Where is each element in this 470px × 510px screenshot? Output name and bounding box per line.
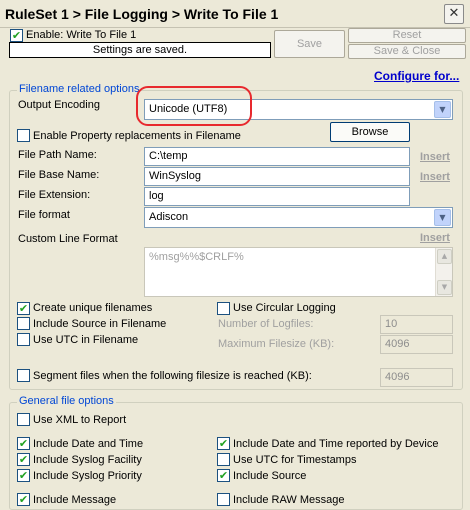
include-date-label: Include Date and Time [33,438,144,450]
include-facility-label: Include Syslog Facility [33,454,142,466]
max-filesize-input[interactable]: 4096 [380,335,453,354]
use-utc-timestamps-checkbox[interactable] [217,453,230,466]
use-utc-filename-checkbox[interactable] [17,333,30,346]
property-replacement-checkbox[interactable] [17,129,30,142]
create-unique-checkbox[interactable]: ✔ [17,302,30,315]
include-source-filename-checkbox[interactable] [17,317,30,330]
file-base-input[interactable]: WinSyslog [144,167,410,186]
file-extension-input[interactable]: log [144,187,410,206]
max-filesize-label: Maximum Filesize (KB): [218,338,335,350]
property-replacement-label: Enable Property replacements in Filename [33,130,241,142]
scroll-up-icon[interactable]: ▲ [437,249,452,264]
close-button[interactable]: ✕ [444,4,464,24]
file-base-insert-link[interactable]: Insert [420,171,450,183]
circular-logging-checkbox[interactable] [217,302,230,315]
custom-line-scrollbar[interactable]: ▲ ▼ [435,248,452,296]
file-path-insert-link[interactable]: Insert [420,151,450,163]
segment-size-input[interactable]: 4096 [380,368,453,387]
circular-logging-label: Use Circular Logging [233,302,336,314]
include-priority-label: Include Syslog Priority [33,470,142,482]
use-utc-timestamps-label: Use UTC for Timestamps [233,454,357,466]
custom-line-format-label: Custom Line Format [18,233,118,245]
include-message-checkbox[interactable]: ✔ [17,493,30,506]
custom-line-format-value: %msg%%$CRLF% [149,251,244,263]
custom-line-insert-link[interactable]: Insert [420,232,450,244]
include-date-checkbox[interactable]: ✔ [17,437,30,450]
title-bar: RuleSet 1 > File Logging > Write To File… [0,0,470,28]
file-base-label: File Base Name: [18,169,100,181]
reset-button[interactable]: Reset [348,28,466,43]
segment-files-label: Segment files when the following filesiz… [33,370,312,382]
include-raw-checkbox[interactable] [217,493,230,506]
annotation-highlight [136,86,252,126]
window-title: RuleSet 1 > File Logging > Write To File… [5,6,279,22]
file-format-select[interactable]: Adiscon ▼ [144,207,453,228]
include-source-checkbox[interactable]: ✔ [217,469,230,482]
save-close-button[interactable]: Save & Close [348,44,466,59]
output-encoding-label: Output Encoding [18,99,100,111]
chevron-down-icon[interactable]: ▼ [434,101,451,118]
scroll-down-icon[interactable]: ▼ [437,280,452,295]
segment-files-checkbox[interactable] [17,369,30,382]
include-source-filename-label: Include Source in Filename [33,318,167,330]
chevron-down-icon[interactable]: ▼ [434,209,451,226]
filename-options-title: Filename related options [17,83,142,95]
include-source-label: Include Source [233,470,307,482]
file-path-label: File Path Name: [18,149,97,161]
custom-line-format-textarea[interactable]: %msg%%$CRLF% ▲ ▼ [144,247,453,297]
include-priority-checkbox[interactable]: ✔ [17,469,30,482]
browse-button[interactable]: Browse [330,122,410,142]
include-date-device-checkbox[interactable]: ✔ [217,437,230,450]
file-path-input[interactable]: C:\temp [144,147,410,166]
num-logfiles-input[interactable]: 10 [380,315,453,334]
status-box: Settings are saved. [9,42,271,58]
configure-link[interactable]: Configure for... [374,69,459,83]
include-raw-label: Include RAW Message [233,494,345,506]
include-facility-checkbox[interactable]: ✔ [17,453,30,466]
save-button[interactable]: Save [274,30,345,58]
use-utc-filename-label: Use UTC in Filename [33,334,139,346]
file-format-label: File format [18,209,70,221]
include-date-device-label: Include Date and Time reported by Device [233,438,439,450]
status-text: Settings are saved. [92,44,188,56]
use-xml-checkbox[interactable] [17,413,30,426]
use-xml-label: Use XML to Report [33,414,127,426]
file-format-value: Adiscon [149,211,189,223]
file-extension-label: File Extension: [18,189,91,201]
num-logfiles-label: Number of Logfiles: [218,318,314,330]
enable-label: Enable: Write To File 1 [26,29,137,41]
create-unique-label: Create unique filenames [33,302,153,314]
enable-checkbox[interactable]: ✔ [10,29,23,42]
close-icon: ✕ [448,6,460,21]
general-options-title: General file options [17,395,116,407]
include-message-label: Include Message [33,494,117,506]
